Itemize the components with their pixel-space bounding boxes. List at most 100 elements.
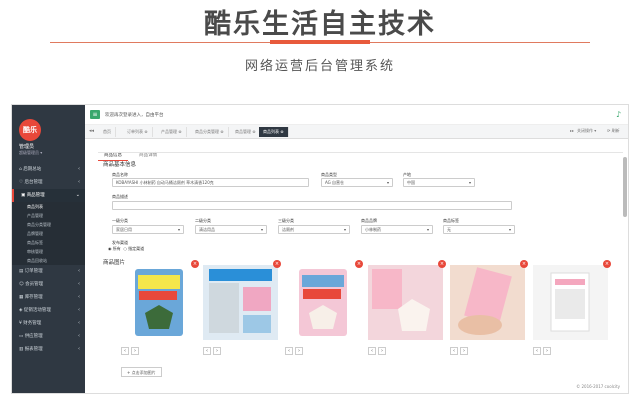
submenu-item-brand[interactable]: 品牌管理 bbox=[12, 229, 85, 238]
move-left-button[interactable]: ‹ bbox=[450, 347, 458, 355]
hero-accent-bar bbox=[270, 40, 370, 44]
product-image[interactable] bbox=[533, 265, 608, 340]
product-image[interactable] bbox=[368, 265, 443, 340]
move-right-button[interactable]: › bbox=[131, 347, 139, 355]
move-right-button[interactable]: › bbox=[213, 347, 221, 355]
move-left-button[interactable]: ‹ bbox=[121, 347, 129, 355]
sidebar-item-label: 库存管理 bbox=[24, 295, 43, 300]
tab-category-mgmt[interactable]: 商品分类管理 ⊗ bbox=[191, 127, 229, 137]
sidebar-item-label: 订单管理 bbox=[24, 269, 43, 274]
tab-next-button[interactable]: ▸▸ bbox=[570, 128, 574, 133]
product-type-select[interactable]: AG 自营仓 ▾ bbox=[321, 178, 393, 187]
copyright-footer: © 2016-2017 coolcity bbox=[576, 384, 620, 389]
sidebar-item-label: 促销活动管理 bbox=[23, 308, 51, 313]
delete-image-button[interactable]: × bbox=[273, 260, 281, 268]
radio-all-label: 所有 bbox=[112, 246, 121, 251]
chevron-down-icon: ▾ bbox=[260, 227, 263, 232]
sidebar-item-overview[interactable]: ⌂ 后期总站 ‹ bbox=[12, 163, 85, 176]
move-right-button[interactable]: › bbox=[460, 347, 468, 355]
tab-order-list[interactable]: 订单列表 ⊗ bbox=[123, 127, 153, 137]
sidebar-item-orders[interactable]: ▤ 订单管理 ‹ bbox=[12, 265, 85, 278]
category3-select[interactable]: 洁厕剂 ▾ bbox=[278, 225, 350, 234]
page-tab-bar: ◂◂ 首页 订单列表 ⊗ 产品管理 ⊗ 商品分类管理 ⊗ 商品管理 ⊗ 商品列表… bbox=[85, 125, 628, 139]
sidebar-item-promotions[interactable]: ◈ 促销活动管理 ‹ bbox=[12, 304, 85, 317]
sidebar-item-finance[interactable]: ¥ 财务管理 ‹ bbox=[12, 317, 85, 330]
chevron-down-icon: ▾ bbox=[343, 227, 346, 232]
move-left-button[interactable]: ‹ bbox=[533, 347, 541, 355]
submenu-item-review[interactable]: 审核管理 bbox=[12, 247, 85, 256]
image-4-nav: ‹ › bbox=[368, 347, 388, 355]
chevron-left-icon: ‹ bbox=[78, 179, 80, 185]
delete-image-button[interactable]: × bbox=[520, 260, 528, 268]
delete-image-button[interactable]: × bbox=[355, 260, 363, 268]
product-image[interactable] bbox=[285, 265, 360, 340]
product-closeup-image bbox=[368, 265, 443, 340]
category2-select[interactable]: 清洁用品 ▾ bbox=[195, 225, 267, 234]
chevron-down-icon: ⌄ bbox=[75, 192, 80, 198]
user-role-dropdown[interactable]: 超级管理员 ▾ bbox=[19, 150, 42, 156]
category2-value: 清洁用品 bbox=[199, 227, 215, 232]
move-right-button[interactable]: › bbox=[295, 347, 303, 355]
brand-select[interactable]: 小林制药 ▾ bbox=[361, 225, 433, 234]
sidebar-item-admin[interactable]: ♡ 后台管理 ‹ bbox=[12, 176, 85, 189]
sidebar-item-supply[interactable]: ▭ 供应管理 ‹ bbox=[12, 330, 85, 343]
publish-channel-radios: ◉ 所有 ○ 指定渠道 bbox=[108, 246, 144, 252]
product-hand-image bbox=[450, 265, 525, 340]
submenu-item-tags[interactable]: 商品标签 bbox=[12, 238, 85, 247]
add-image-button[interactable]: + 点击添加图片 bbox=[121, 367, 162, 377]
move-right-button[interactable]: › bbox=[543, 347, 551, 355]
user-name: 管理员 bbox=[19, 144, 35, 150]
move-left-button[interactable]: ‹ bbox=[368, 347, 376, 355]
product-type-value: AG 自营仓 bbox=[325, 180, 345, 185]
sidebar-item-label: 报表管理 bbox=[24, 347, 43, 352]
chevron-left-icon: ‹ bbox=[78, 268, 80, 274]
origin-value: 中国 bbox=[407, 180, 415, 185]
submenu-item-category[interactable]: 商品分类管理 bbox=[12, 220, 85, 229]
refresh-button[interactable]: ⟳ 刷新 bbox=[607, 128, 620, 134]
brand-value: 小林制药 bbox=[365, 227, 381, 232]
move-left-button[interactable]: ‹ bbox=[203, 347, 211, 355]
product-image[interactable] bbox=[121, 265, 196, 340]
product-image-card: × bbox=[203, 260, 281, 340]
sidebar-item-label: 供应管理 bbox=[24, 334, 43, 339]
tag-label: 商品标签 bbox=[443, 218, 459, 223]
product-image[interactable] bbox=[450, 265, 525, 340]
sidebar-item-reports[interactable]: ▥ 报表管理 ‹ bbox=[12, 343, 85, 356]
tab-goods-mgmt[interactable]: 商品管理 ⊗ bbox=[231, 127, 261, 137]
submenu-item-product-mgmt[interactable]: 产品管理 bbox=[12, 211, 85, 220]
tab-prev-button[interactable]: ◂◂ bbox=[89, 128, 94, 134]
delete-image-button[interactable]: × bbox=[191, 260, 199, 268]
close-tabs-dropdown[interactable]: 关闭操作 ▾ bbox=[577, 128, 596, 134]
sidebar-item-members[interactable]: ☺ 会员管理 ‹ bbox=[12, 278, 85, 291]
tab-product-mgmt[interactable]: 产品管理 ⊗ bbox=[157, 127, 187, 137]
product-name-input[interactable]: KOBAYASHI 小林制药 自动马桶洁厕剂 草木清香120克 bbox=[112, 178, 309, 187]
toilet-cleaner-package-image bbox=[121, 265, 196, 340]
chevron-left-icon: ‹ bbox=[78, 346, 80, 352]
content-scrollbar[interactable] bbox=[623, 157, 627, 217]
tag-select[interactable]: 无 ▾ bbox=[443, 225, 515, 234]
chevron-down-icon: ▾ bbox=[426, 227, 429, 232]
delete-image-button[interactable]: × bbox=[603, 260, 611, 268]
description-label: 商品描述 bbox=[112, 194, 128, 199]
sidebar-item-products[interactable]: ▣ 商品管理 ⌄ bbox=[12, 189, 85, 202]
move-left-button[interactable]: ‹ bbox=[285, 347, 293, 355]
description-input[interactable] bbox=[112, 201, 512, 210]
image-2-nav: ‹ › bbox=[203, 347, 223, 355]
image-1-nav: ‹ › bbox=[121, 347, 141, 355]
origin-select[interactable]: 中国 ▾ bbox=[403, 178, 475, 187]
tab-home[interactable]: 首页 bbox=[99, 127, 116, 137]
menu-icon[interactable]: ≡ bbox=[90, 110, 100, 119]
bell-icon[interactable]: ♪ bbox=[616, 110, 624, 120]
move-right-button[interactable]: › bbox=[378, 347, 386, 355]
sidebar-item-label: 财务管理 bbox=[23, 321, 42, 326]
delete-image-button[interactable]: × bbox=[438, 260, 446, 268]
tab-product-list[interactable]: 商品列表 ⊗ bbox=[259, 127, 289, 137]
submenu-item-recycle[interactable]: 商品回收站 bbox=[12, 256, 85, 265]
submenu-item-product-list[interactable]: 商品列表 bbox=[12, 202, 85, 211]
sidebar-item-inventory[interactable]: ▦ 库存管理 ‹ bbox=[12, 291, 85, 304]
products-submenu: 商品列表 产品管理 商品分类管理 品牌管理 商品标签 审核管理 商品回收站 bbox=[12, 202, 85, 265]
section-basic-info: 商品基本信息 bbox=[103, 162, 137, 168]
category1-select[interactable]: 家居日用 ▾ bbox=[112, 225, 184, 234]
chevron-left-icon: ‹ bbox=[78, 166, 80, 172]
product-image[interactable] bbox=[203, 265, 278, 340]
